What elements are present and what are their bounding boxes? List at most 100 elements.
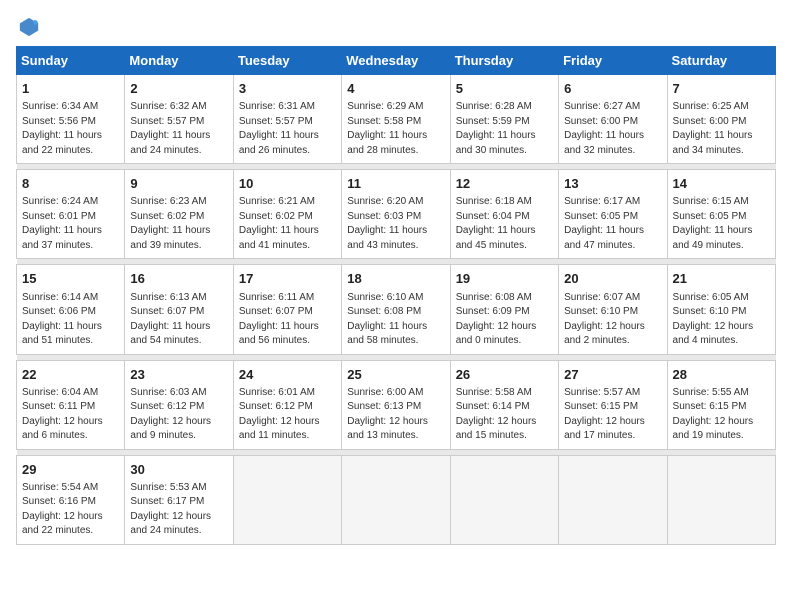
day-of-week-header: Monday [125, 47, 233, 75]
calendar-day-cell: 25 Sunrise: 6:00 AMSunset: 6:13 PMDayligh… [342, 360, 450, 449]
day-detail: Sunrise: 6:13 AMSunset: 6:07 PMDaylight:… [130, 291, 227, 349]
calendar-day-cell: 28 Sunrise: 5:55 AMSunset: 6:15 PMDayligh… [667, 360, 775, 449]
day-number: 7 [673, 80, 770, 98]
logo [16, 16, 40, 38]
calendar-day-cell: 22 Sunrise: 6:04 AMSunset: 6:11 PMDayligh… [17, 360, 125, 449]
day-number: 28 [673, 366, 770, 384]
calendar-day-cell: 6 Sunrise: 6:27 AMSunset: 6:00 PMDaylight… [559, 75, 667, 164]
day-number: 3 [239, 80, 336, 98]
day-detail: Sunrise: 6:31 AMSunset: 5:57 PMDaylight:… [239, 100, 336, 158]
calendar-day-cell: 26 Sunrise: 5:58 AMSunset: 6:14 PMDayligh… [450, 360, 558, 449]
calendar-day-cell: 7 Sunrise: 6:25 AMSunset: 6:00 PMDaylight… [667, 75, 775, 164]
day-detail: Sunrise: 6:24 AMSunset: 6:01 PMDaylight:… [22, 195, 119, 253]
calendar-day-cell: 15 Sunrise: 6:14 AMSunset: 6:06 PMDayligh… [17, 265, 125, 354]
day-number: 25 [347, 366, 444, 384]
day-number: 24 [239, 366, 336, 384]
calendar-week-row: 8 Sunrise: 6:24 AMSunset: 6:01 PMDaylight… [17, 170, 776, 259]
day-number: 22 [22, 366, 119, 384]
day-number: 19 [456, 270, 553, 288]
calendar-week-row: 1 Sunrise: 6:34 AMSunset: 5:56 PMDaylight… [17, 75, 776, 164]
calendar-day-cell: 13 Sunrise: 6:17 AMSunset: 6:05 PMDayligh… [559, 170, 667, 259]
calendar-day-cell: 1 Sunrise: 6:34 AMSunset: 5:56 PMDaylight… [17, 75, 125, 164]
day-of-week-header: Thursday [450, 47, 558, 75]
day-number: 14 [673, 175, 770, 193]
day-number: 17 [239, 270, 336, 288]
calendar-day-cell: 10Sunrise: 6:21 AMSunset: 6:02 PMDayligh… [233, 170, 341, 259]
calendar-day-cell: 17Sunrise: 6:11 AMSunset: 6:07 PMDayligh… [233, 265, 341, 354]
day-detail: Sunrise: 6:07 AMSunset: 6:10 PMDaylight:… [564, 291, 661, 349]
calendar-day-cell: 29 Sunrise: 5:54 AMSunset: 6:16 PMDayligh… [17, 455, 125, 544]
day-of-week-header: Tuesday [233, 47, 341, 75]
calendar-day-cell: 8 Sunrise: 6:24 AMSunset: 6:01 PMDaylight… [17, 170, 125, 259]
day-number: 20 [564, 270, 661, 288]
calendar-week-row: 29 Sunrise: 5:54 AMSunset: 6:16 PMDayligh… [17, 455, 776, 544]
day-number: 6 [564, 80, 661, 98]
day-of-week-header: Wednesday [342, 47, 450, 75]
day-detail: Sunrise: 6:15 AMSunset: 6:05 PMDaylight:… [673, 195, 770, 253]
calendar-day-cell: 21 Sunrise: 6:05 AMSunset: 6:10 PMDayligh… [667, 265, 775, 354]
logo-icon [18, 16, 40, 38]
day-of-week-header: Saturday [667, 47, 775, 75]
day-number: 9 [130, 175, 227, 193]
calendar-day-cell: 5 Sunrise: 6:28 AMSunset: 5:59 PMDaylight… [450, 75, 558, 164]
day-detail: Sunrise: 5:58 AMSunset: 6:14 PMDaylight:… [456, 386, 553, 444]
day-detail: Sunrise: 6:03 AMSunset: 6:12 PMDaylight:… [130, 386, 227, 444]
day-number: 10 [239, 175, 336, 193]
day-of-week-header: Friday [559, 47, 667, 75]
calendar-day-cell: 16 Sunrise: 6:13 AMSunset: 6:07 PMDayligh… [125, 265, 233, 354]
day-detail: Sunrise: 6:25 AMSunset: 6:00 PMDaylight:… [673, 100, 770, 158]
day-number: 18 [347, 270, 444, 288]
calendar-day-cell: 30 Sunrise: 5:53 AMSunset: 6:17 PMDayligh… [125, 455, 233, 544]
day-number: 13 [564, 175, 661, 193]
day-number: 2 [130, 80, 227, 98]
day-detail: Sunrise: 6:05 AMSunset: 6:10 PMDaylight:… [673, 291, 770, 349]
day-detail: Sunrise: 6:27 AMSunset: 6:00 PMDaylight:… [564, 100, 661, 158]
day-number: 4 [347, 80, 444, 98]
day-detail: Sunrise: 6:18 AMSunset: 6:04 PMDaylight:… [456, 195, 553, 253]
day-detail: Sunrise: 5:55 AMSunset: 6:15 PMDaylight:… [673, 386, 770, 444]
calendar-day-cell: 19 Sunrise: 6:08 AMSunset: 6:09 PMDayligh… [450, 265, 558, 354]
day-number: 21 [673, 270, 770, 288]
day-detail: Sunrise: 6:17 AMSunset: 6:05 PMDaylight:… [564, 195, 661, 253]
day-detail: Sunrise: 6:01 AMSunset: 6:12 PMDaylight:… [239, 386, 336, 444]
day-number: 23 [130, 366, 227, 384]
calendar-week-row: 15 Sunrise: 6:14 AMSunset: 6:06 PMDayligh… [17, 265, 776, 354]
day-detail: Sunrise: 6:14 AMSunset: 6:06 PMDaylight:… [22, 291, 119, 349]
day-number: 26 [456, 366, 553, 384]
calendar-day-cell: 12Sunrise: 6:18 AMSunset: 6:04 PMDayligh… [450, 170, 558, 259]
day-detail: Sunrise: 5:53 AMSunset: 6:17 PMDaylight:… [130, 481, 227, 539]
calendar-day-cell: 18 Sunrise: 6:10 AMSunset: 6:08 PMDayligh… [342, 265, 450, 354]
day-detail: Sunrise: 6:00 AMSunset: 6:13 PMDaylight:… [347, 386, 444, 444]
calendar-day-cell: 11Sunrise: 6:20 AMSunset: 6:03 PMDayligh… [342, 170, 450, 259]
day-number: 30 [130, 461, 227, 479]
calendar-day-cell: 23 Sunrise: 6:03 AMSunset: 6:12 PMDayligh… [125, 360, 233, 449]
day-detail: Sunrise: 6:08 AMSunset: 6:09 PMDaylight:… [456, 291, 553, 349]
calendar-header-row: SundayMondayTuesdayWednesdayThursdayFrid… [17, 47, 776, 75]
day-detail: Sunrise: 6:32 AMSunset: 5:57 PMDaylight:… [130, 100, 227, 158]
calendar-day-cell [342, 455, 450, 544]
day-number: 29 [22, 461, 119, 479]
calendar-day-cell: 20 Sunrise: 6:07 AMSunset: 6:10 PMDayligh… [559, 265, 667, 354]
day-detail: Sunrise: 5:54 AMSunset: 6:16 PMDaylight:… [22, 481, 119, 539]
calendar-day-cell: 4 Sunrise: 6:29 AMSunset: 5:58 PMDaylight… [342, 75, 450, 164]
day-number: 1 [22, 80, 119, 98]
day-detail: Sunrise: 6:29 AMSunset: 5:58 PMDaylight:… [347, 100, 444, 158]
calendar-day-cell: 27Sunrise: 5:57 AMSunset: 6:15 PMDayligh… [559, 360, 667, 449]
day-number: 16 [130, 270, 227, 288]
calendar-day-cell: 3 Sunrise: 6:31 AMSunset: 5:57 PMDaylight… [233, 75, 341, 164]
day-number: 8 [22, 175, 119, 193]
page-header [16, 16, 776, 38]
day-number: 5 [456, 80, 553, 98]
day-number: 11 [347, 175, 444, 193]
day-number: 15 [22, 270, 119, 288]
calendar-day-cell: 24 Sunrise: 6:01 AMSunset: 6:12 PMDayligh… [233, 360, 341, 449]
day-detail: Sunrise: 6:04 AMSunset: 6:11 PMDaylight:… [22, 386, 119, 444]
calendar-day-cell: 14 Sunrise: 6:15 AMSunset: 6:05 PMDayligh… [667, 170, 775, 259]
day-detail: Sunrise: 6:34 AMSunset: 5:56 PMDaylight:… [22, 100, 119, 158]
day-detail: Sunrise: 6:10 AMSunset: 6:08 PMDaylight:… [347, 291, 444, 349]
calendar-day-cell [667, 455, 775, 544]
day-number: 27 [564, 366, 661, 384]
day-detail: Sunrise: 6:28 AMSunset: 5:59 PMDaylight:… [456, 100, 553, 158]
calendar-day-cell: 9Sunrise: 6:23 AMSunset: 6:02 PMDaylight… [125, 170, 233, 259]
calendar-day-cell [559, 455, 667, 544]
